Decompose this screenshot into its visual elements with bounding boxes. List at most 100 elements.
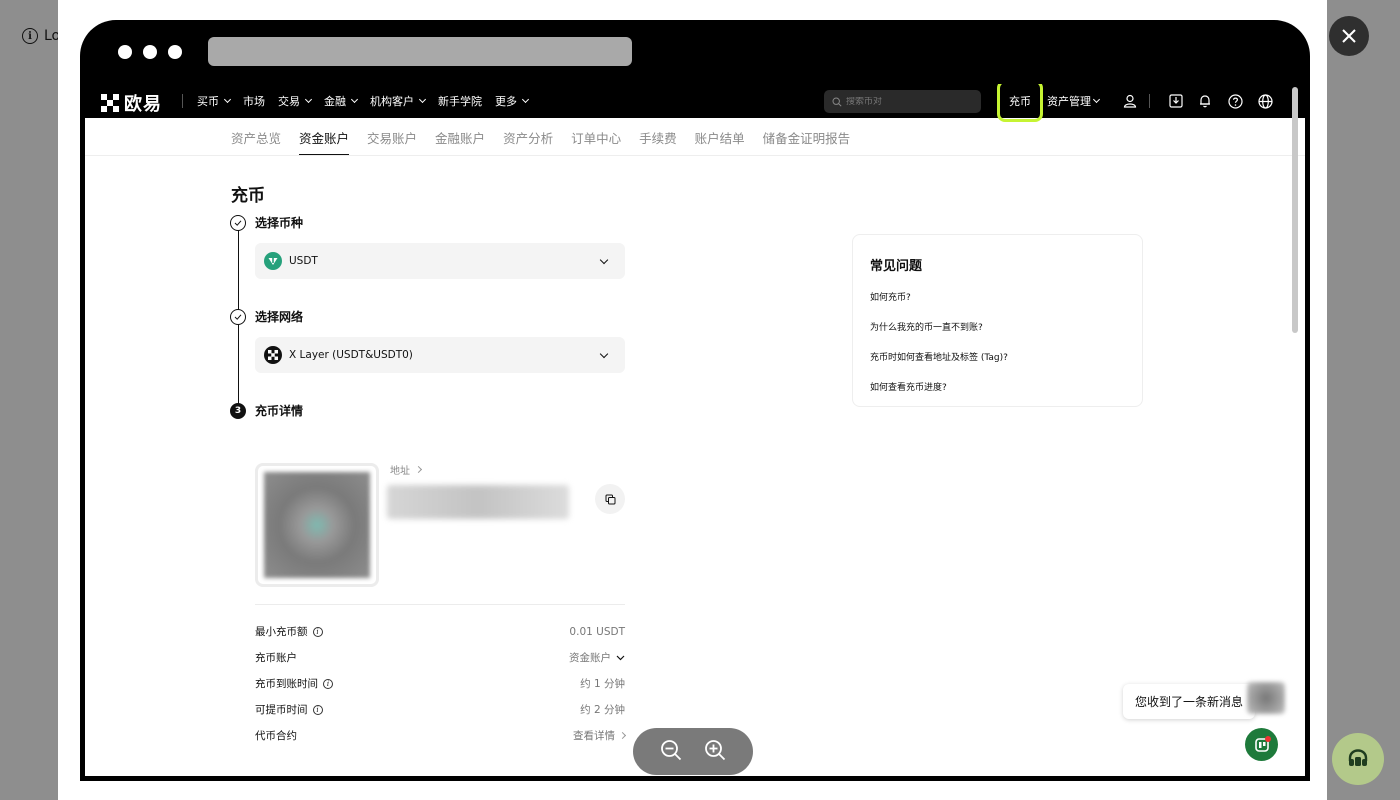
info-icon[interactable]: i — [312, 626, 323, 637]
tab-label: 金融账户 — [435, 130, 486, 146]
step-number: 3 — [230, 403, 246, 419]
zoom-out-icon — [661, 739, 682, 760]
tab-label: 资产总览 — [231, 130, 282, 146]
chat-support-button[interactable] — [1245, 728, 1278, 761]
nav-item-label: 交易 — [278, 95, 300, 108]
zoom-out-button[interactable] — [660, 739, 682, 765]
detail-label: 最小充币额 — [255, 626, 308, 638]
close-lightbox-button[interactable] — [1329, 16, 1369, 56]
account-tabs: 资产总览 资金账户 交易账户 金融账户 资产分析 订单中心 手续费 账户结单 储… — [231, 118, 850, 156]
tab-fees[interactable]: 手续费 — [639, 118, 677, 156]
tab-trading-account[interactable]: 交易账户 — [367, 118, 417, 156]
tab-funding-account[interactable]: 资金账户 — [299, 118, 350, 156]
check-icon — [230, 309, 246, 325]
tab-asset-overview[interactable]: 资产总览 — [231, 118, 281, 156]
step-label: 选择网络 — [255, 310, 304, 324]
new-message-text: 您收到了一条新消息 — [1135, 695, 1244, 709]
chevron-down-icon — [1092, 95, 1101, 104]
zoom-controls — [633, 728, 753, 775]
faq-link[interactable]: 为什么我充的币一直不到账? — [870, 320, 1125, 350]
nav-item-label: 金融 — [324, 95, 346, 108]
window-dot — [143, 45, 157, 59]
faq-card: 常见问题 如何充币? 为什么我充的币一直不到账? 充币时如何查看地址及标签 (T… — [852, 234, 1143, 407]
zoom-in-button[interactable] — [704, 739, 726, 765]
tab-statements[interactable]: 账户结单 — [695, 118, 745, 156]
nav-item-buy[interactable]: 买币 — [197, 93, 232, 109]
download-icon[interactable] — [1167, 92, 1185, 110]
tab-finance-account[interactable]: 金融账户 — [435, 118, 485, 156]
detail-label: 可提币时间 — [255, 704, 308, 716]
faq-link[interactable]: 充币时如何查看地址及标签 (Tag)? — [870, 350, 1125, 380]
network-select[interactable]: X Layer (USDT&USDT0) — [255, 337, 625, 373]
page-scrollbar[interactable] — [1292, 87, 1298, 333]
tab-order-center[interactable]: 订单中心 — [571, 118, 621, 156]
tab-label: 订单中心 — [571, 130, 622, 146]
page-title: 充币 — [231, 186, 265, 206]
okx-logo-icon — [101, 94, 119, 112]
chevron-down-icon — [521, 95, 530, 104]
nav-item-trade[interactable]: 交易 — [278, 93, 313, 109]
url-bar — [208, 37, 632, 66]
coin-select-value: USDT — [289, 255, 318, 267]
asset-management-label: 资产管理 — [1047, 95, 1091, 108]
detail-label: 代币合约 — [255, 730, 297, 742]
zoom-in-icon — [705, 739, 726, 760]
deposit-button-label: 充币 — [1009, 95, 1031, 108]
globe-icon[interactable] — [1256, 92, 1274, 110]
address-link[interactable]: 地址 — [390, 462, 423, 477]
detail-value: 约 2 分钟 — [580, 704, 625, 716]
header-divider — [1149, 94, 1150, 108]
user-icon[interactable] — [1121, 92, 1139, 110]
chevron-down-icon — [223, 95, 232, 104]
nav-item-label: 更多 — [495, 95, 517, 108]
search-icon — [832, 96, 842, 107]
detail-row-withdrawable-time: 可提币时间 i 约 2 分钟 — [255, 702, 625, 717]
close-icon — [1342, 29, 1356, 43]
info-icon[interactable]: i — [312, 704, 323, 715]
copy-address-button[interactable] — [595, 484, 625, 514]
nav-item-academy[interactable]: 新手学院 — [438, 93, 482, 109]
deposit-account-select[interactable]: 资金账户 — [569, 650, 625, 665]
search-input[interactable] — [846, 96, 966, 107]
coin-select[interactable]: USDT — [255, 243, 625, 279]
asset-management-menu[interactable]: 资产管理 — [1047, 84, 1101, 118]
nav-item-institutional[interactable]: 机构客户 — [370, 93, 427, 109]
nav-item-finance[interactable]: 金融 — [324, 93, 359, 109]
detail-value: 资金账户 — [569, 652, 611, 664]
detail-row-arrival-time: 充币到账时间 i 约 1 分钟 — [255, 676, 625, 691]
view-contract-link[interactable]: 查看详情 — [573, 728, 627, 743]
tab-label: 资金账户 — [299, 130, 350, 146]
background-notice: i Lo — [22, 28, 60, 44]
tab-label: 资产分析 — [503, 130, 554, 146]
bell-icon[interactable] — [1196, 92, 1214, 110]
info-icon[interactable]: i — [323, 678, 333, 689]
chevron-down-icon — [599, 349, 609, 359]
help-icon[interactable] — [1226, 92, 1244, 110]
tabs-divider — [85, 155, 1305, 156]
unread-badge — [1265, 736, 1271, 742]
chevron-down-icon — [304, 95, 313, 104]
nav-item-more[interactable]: 更多 — [495, 93, 530, 109]
site-header: 欧易 买币 市场 交易 金融 机构客户 新手学院 更多 充币 资产管理 — [85, 84, 1305, 122]
okx-logo[interactable]: 欧易 — [101, 90, 162, 116]
detail-row-deposit-account: 充币账户 资金账户 — [255, 650, 625, 665]
step-label: 选择币种 — [255, 216, 304, 230]
search-box — [824, 90, 981, 113]
chevron-down-icon — [418, 95, 427, 104]
deposit-button[interactable]: 充币 — [997, 84, 1043, 122]
detail-value: 0.01 USDT — [569, 625, 625, 638]
headset-icon — [1348, 749, 1368, 766]
qr-image-blurred — [264, 472, 370, 578]
tab-proof-of-reserves[interactable]: 储备金证明报告 — [763, 118, 851, 156]
network-select-value: X Layer (USDT&USDT0) — [289, 349, 413, 361]
new-message-popup[interactable]: 您收到了一条新消息 — [1123, 684, 1256, 719]
customer-support-button[interactable] — [1332, 733, 1384, 785]
faq-link[interactable]: 如何查看充币进度? — [870, 380, 1125, 410]
chevron-right-icon — [618, 731, 627, 740]
chevron-down-icon — [616, 655, 625, 660]
faq-link[interactable]: 如何充币? — [870, 290, 1125, 320]
main-nav: 买币 市场 交易 金融 机构客户 新手学院 更多 — [197, 84, 530, 118]
check-icon — [230, 215, 246, 231]
tab-asset-analysis[interactable]: 资产分析 — [503, 118, 553, 156]
nav-item-market[interactable]: 市场 — [243, 93, 265, 109]
